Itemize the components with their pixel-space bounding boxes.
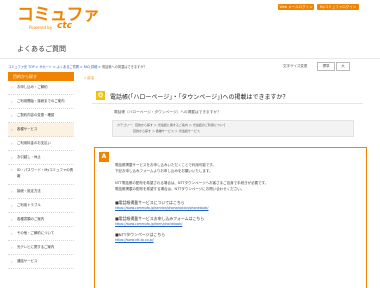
sidebar-item-tv[interactable]: › 光テレビに関するご案内 bbox=[8, 241, 74, 255]
category-line: カテゴリー：目的から探す ＞ 光電話に関するご案内 ＞ 光電話のご利用について bbox=[117, 123, 226, 127]
text-size-label: 文字サイズ変更 bbox=[283, 64, 308, 68]
mycommufa-login-button[interactable]: Myコミュファログイン bbox=[317, 4, 359, 10]
breadcrumb-link-top[interactable]: コミュファ光 TOP bbox=[8, 65, 35, 69]
back-link[interactable]: « 戻る bbox=[84, 76, 94, 81]
category-box: カテゴリー：目的から探す ＞ 光電話に関するご案内 ＞ 光電話のご利用について … bbox=[112, 120, 354, 137]
chevron-right-icon: › bbox=[11, 217, 13, 222]
sidebar-item-contract[interactable]: › ご契約内容の変更・確認 bbox=[8, 109, 74, 123]
chevron-right-icon: › bbox=[11, 113, 13, 118]
chevron-right-icon: › bbox=[11, 141, 13, 146]
sidebar-heading: 目的から探す bbox=[8, 72, 74, 81]
answer-text: 電話帳掲載サービスをお申し込みいただくことで利用可能です。 bbox=[115, 163, 217, 167]
site-header: コミュファ Powered by ctc Web メールログイン Myコミュファ… bbox=[0, 0, 380, 36]
breadcrumb-link-support[interactable]: サポート bbox=[39, 65, 52, 69]
sidebar-item-payment[interactable]: › ご利用料金のお支払い bbox=[8, 137, 74, 151]
answer-text: 電話帳掲載の配布を希望する場合は、NTTタウンページにお問い合わせください。 bbox=[115, 187, 245, 191]
chevron-right-icon: › bbox=[11, 99, 13, 104]
page-title: よくあるご質問 bbox=[17, 45, 66, 53]
answer-text: 下記お申し込みフォームよりお申し込みをお願いいたします。 bbox=[115, 169, 213, 173]
sidebar-item-moving[interactable]: › お引越し・休止 bbox=[8, 151, 74, 165]
breadcrumb-link-detail[interactable]: FAQ 詳細 bbox=[84, 65, 98, 69]
chevron-right-icon: › bbox=[11, 85, 13, 90]
answer-icon: A bbox=[99, 152, 109, 162]
category-line: 目的から探す ＞ 各種サービス ＞ 光電話サービス bbox=[133, 129, 200, 133]
sidebar-item-application[interactable]: › お申し込み・ご解約 bbox=[8, 81, 74, 95]
webmail-login-button[interactable]: Web メールログイン bbox=[278, 4, 314, 10]
chevron-right-icon: › bbox=[11, 155, 13, 160]
question-detail: 電話帳（ハローページ・タウンページ）への掲載はできますか？ bbox=[114, 110, 221, 114]
question-bar: Q 電話帳(「ハローページ」・「タウンページ」)への掲載はできますか？ bbox=[92, 89, 363, 104]
sidebar-item-start-guide[interactable]: › ご利用開始・接続までのご案内 bbox=[8, 95, 74, 109]
chevron-right-icon: › bbox=[11, 127, 13, 132]
phonebook-service-link[interactable]: https://www.commufa.jp/service/phone/opt… bbox=[115, 206, 208, 210]
sidebar-item-connection[interactable]: › 接続・設定方法 bbox=[8, 185, 74, 199]
commufa-logo[interactable]: コミュファ Powered by ctc bbox=[17, 6, 100, 31]
chevron-right-icon: › bbox=[11, 189, 13, 194]
chevron-right-icon: › bbox=[11, 231, 13, 236]
sidebar-item-phone[interactable]: › 通話サービス bbox=[8, 255, 74, 269]
phonebook-form-link[interactable]: https://www.commufa.jp/form/phonebook/ bbox=[115, 222, 182, 226]
sidebar-item-other[interactable]: › その他・ご解約について bbox=[8, 227, 74, 241]
sidebar: 目的から探す › お申し込み・ご解約 › ご利用開始・接続までのご案内 › ご契約内容… bbox=[8, 72, 74, 269]
breadcrumb: コミュファ光 TOP > サポート > よくあるご質問 > FAQ 詳細 > 電… bbox=[8, 65, 147, 69]
text-size-standard-button[interactable]: 標準 bbox=[317, 62, 335, 71]
breadcrumb-current: 電話帳への掲載はできますか？ bbox=[101, 65, 147, 69]
logo-ctc: ctc bbox=[57, 21, 72, 31]
question-icon: Q bbox=[96, 91, 105, 100]
sidebar-item-trouble[interactable]: › ご利用トラブル bbox=[8, 199, 74, 213]
logo-powered-by: Powered by bbox=[29, 25, 53, 30]
text-size-large-button[interactable]: 大 bbox=[336, 62, 350, 71]
breadcrumb-link-faq[interactable]: よくあるご質問 bbox=[57, 65, 79, 69]
sidebar-item-services[interactable]: › 各種サービス bbox=[8, 123, 74, 137]
answer-text: NTT電話帳の配布を希望される場合は、NTTタウンページへお客さまご自身で手続き… bbox=[115, 181, 269, 185]
sidebar-item-documents[interactable]: › 各種書類のご案内 bbox=[8, 213, 74, 227]
faq-content: « 戻る Q 電話帳(「ハローページ」・「タウンページ」)への掲載はできますか？… bbox=[80, 72, 375, 288]
chevron-right-icon: › bbox=[11, 167, 13, 172]
sidebar-item-id-password[interactable]: › ID・パスワード・Myコミュファの情報 bbox=[8, 165, 74, 185]
chevron-right-icon: › bbox=[11, 203, 13, 208]
chevron-right-icon: › bbox=[11, 245, 13, 250]
answer-box: A 電話帳掲載サービスをお申し込みいただくことで利用可能です。 下記お申し込みフ… bbox=[94, 147, 367, 288]
ntt-townpage-link[interactable]: https://www.ntt-tp.co.jp/ bbox=[115, 238, 154, 242]
divider bbox=[0, 58, 380, 59]
chevron-right-icon: › bbox=[11, 259, 13, 264]
question-title: 電話帳(「ハローページ」・「タウンページ」)への掲載はできますか？ bbox=[110, 94, 289, 101]
